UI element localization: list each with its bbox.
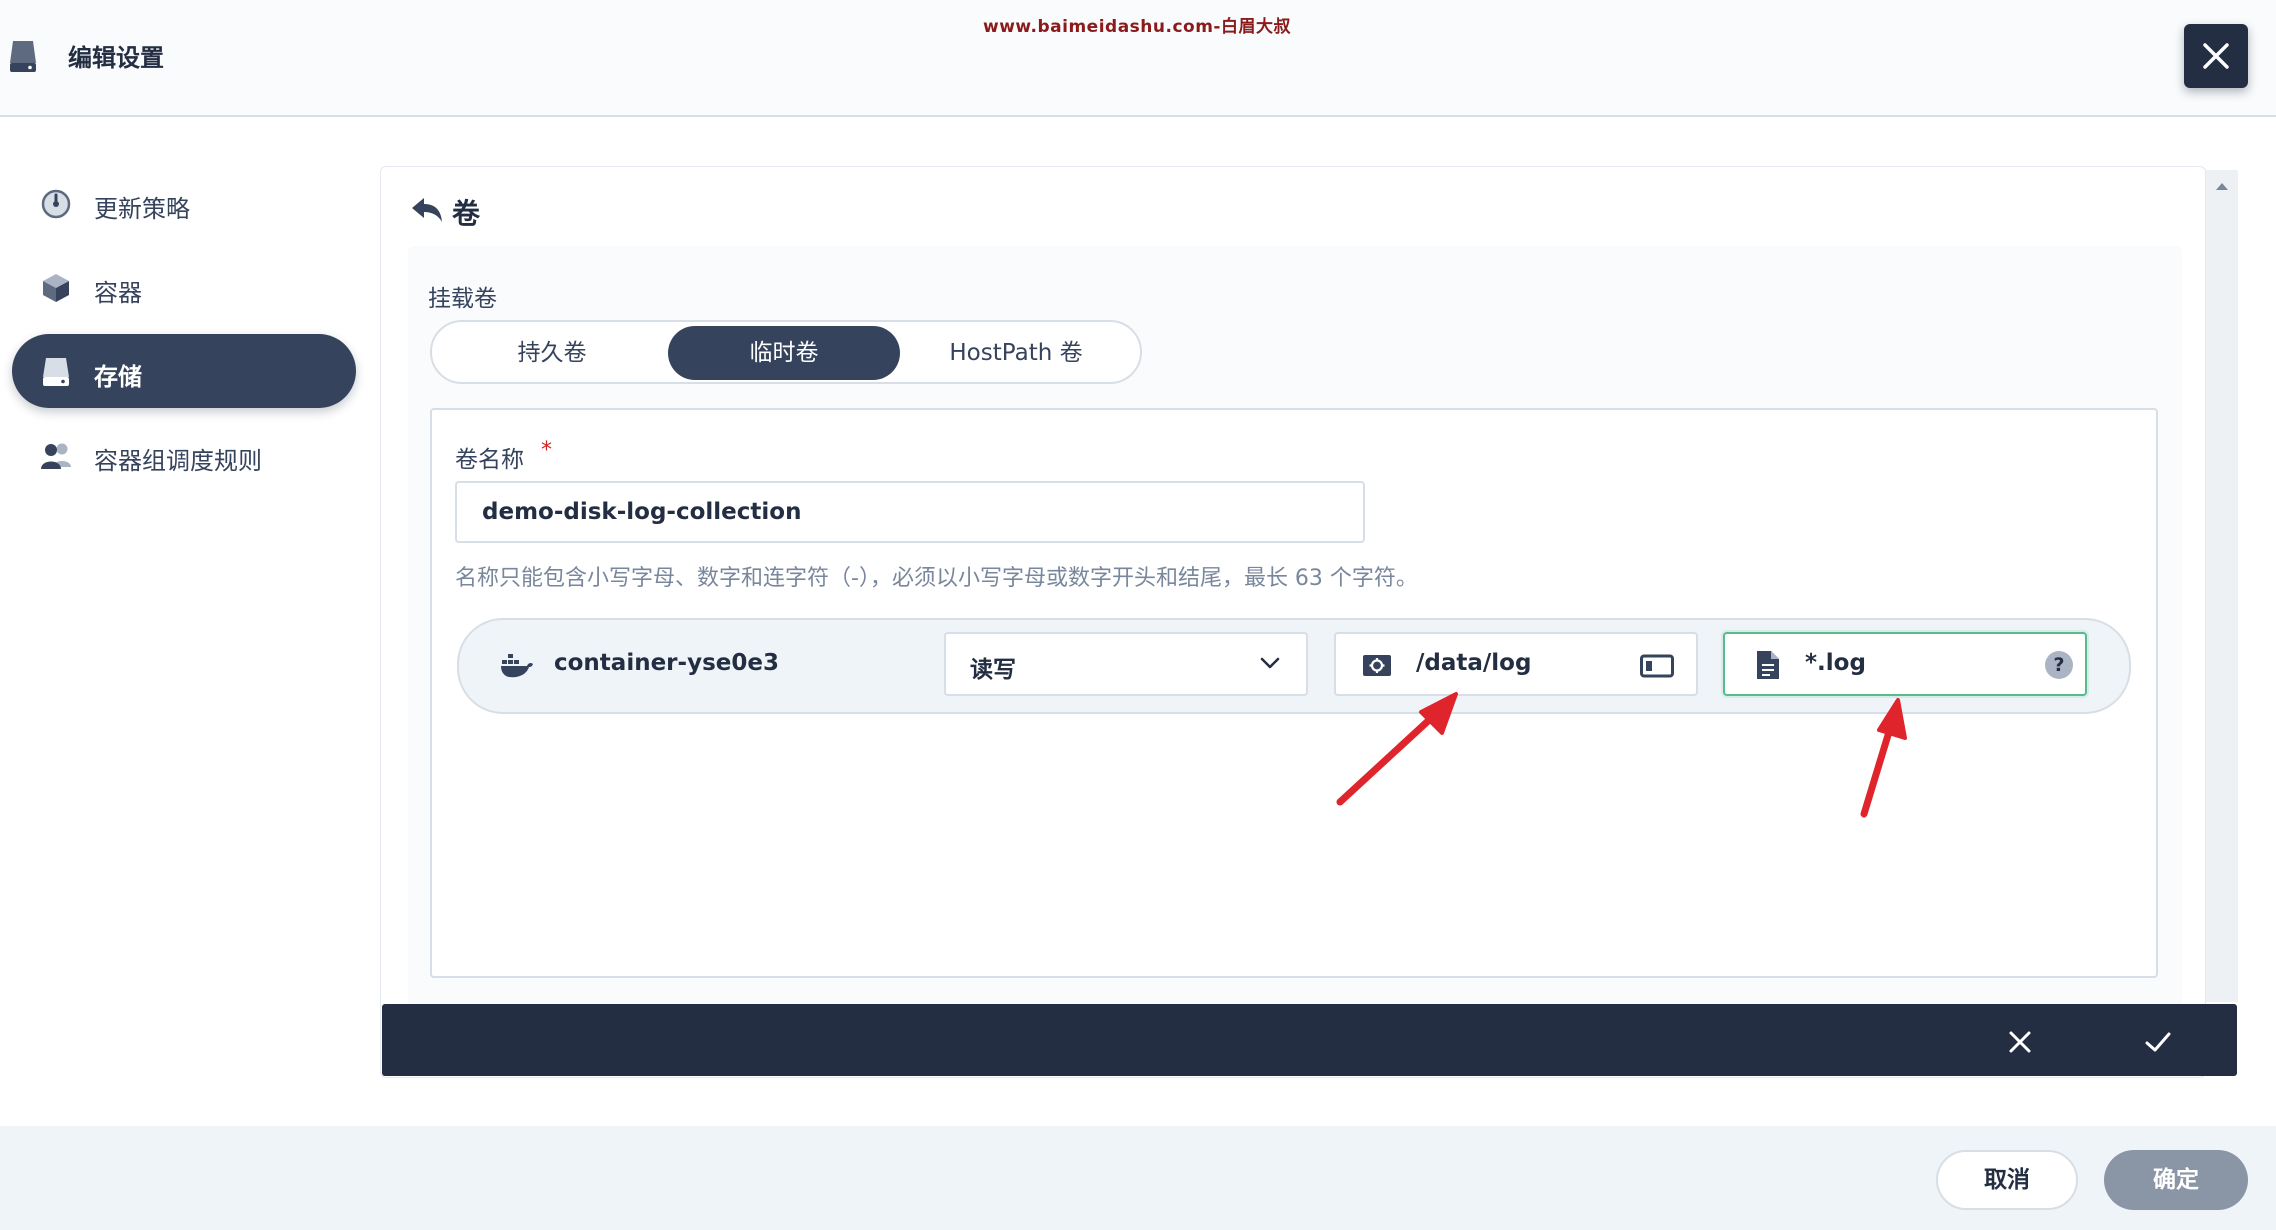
gauge-icon <box>41 189 71 219</box>
sidebar-item-containers[interactable]: 容器 <box>12 250 356 324</box>
sidebar-item-label: 更新策略 <box>94 195 190 223</box>
cancel-button[interactable]: 取消 <box>1936 1150 2078 1210</box>
chevron-down-icon <box>1260 657 1280 669</box>
volume-name-hint: 名称只能包含小写字母、数字和连字符（-），必须以小写字母或数字开头和结尾，最长 … <box>455 566 1418 591</box>
scrollbar[interactable] <box>2206 170 2238 1002</box>
help-icon[interactable]: ? <box>2045 651 2073 679</box>
docker-icon <box>501 654 533 678</box>
mount-path-icon <box>1363 655 1391 676</box>
close-modal-button[interactable] <box>2184 24 2248 88</box>
close-icon <box>2203 43 2229 69</box>
tab-temporary-volume[interactable]: 临时卷 <box>668 326 900 380</box>
container-name: container-yse0e3 <box>554 650 779 676</box>
cube-icon <box>43 274 69 302</box>
tab-hostpath-volume[interactable]: HostPath 卷 <box>900 326 1132 380</box>
scroll-up-arrow-icon[interactable] <box>2214 180 2230 192</box>
confirm-volume-button[interactable] <box>2142 1028 2174 1056</box>
mount-path-value: /data/log <box>1416 650 1532 676</box>
access-mode-select[interactable]: 读写 <box>944 632 1308 696</box>
log-path-value: *.log <box>1805 650 1866 676</box>
watermark-text: www.baimeidashu.com-白眉大叔 <box>983 17 1291 37</box>
terminal-icon <box>1640 654 1674 678</box>
sidebar-item-storage[interactable]: 存储 <box>12 334 356 408</box>
sidebar-item-label: 容器 <box>94 279 142 307</box>
access-mode-value: 读写 <box>970 657 1016 683</box>
file-icon <box>1757 651 1779 679</box>
volume-name-input[interactable]: demo-disk-log-collection <box>455 481 1365 543</box>
back-arrow-icon[interactable] <box>410 196 444 224</box>
users-icon <box>41 443 71 469</box>
volume-type-tabs: 持久卷 临时卷 HostPath 卷 <box>430 320 1142 384</box>
volume-action-bar <box>382 1004 2237 1076</box>
log-path-input[interactable]: *.log ? <box>1723 632 2087 696</box>
sidebar-item-scheduling-rules[interactable]: 容器组调度规则 <box>12 418 356 492</box>
storage-icon <box>43 358 69 386</box>
volume-panel-title: 卷 <box>452 197 481 230</box>
cancel-volume-button[interactable] <box>2006 1028 2034 1056</box>
modal-header: 编辑设置 www.baimeidashu.com-白眉大叔 <box>0 0 2276 117</box>
mount-volume-label: 挂载卷 <box>428 286 497 312</box>
sidebar-item-update-strategy[interactable]: 更新策略 <box>12 166 356 240</box>
edit-settings-modal: 编辑设置 www.baimeidashu.com-白眉大叔 更新策略 容器 存储 <box>0 0 2276 1230</box>
tab-persistent-volume[interactable]: 持久卷 <box>436 326 668 380</box>
confirm-button[interactable]: 确定 <box>2104 1150 2248 1210</box>
sidebar-item-label: 容器组调度规则 <box>94 447 262 475</box>
storage-icon <box>10 41 36 72</box>
mount-path-input[interactable]: /data/log <box>1334 632 1698 696</box>
sidebar-item-label: 存储 <box>94 363 142 391</box>
required-mark: * <box>541 438 552 463</box>
volume-name-label: 卷名称 <box>455 447 524 473</box>
modal-title: 编辑设置 <box>68 44 164 72</box>
modal-footer <box>0 1126 2276 1230</box>
